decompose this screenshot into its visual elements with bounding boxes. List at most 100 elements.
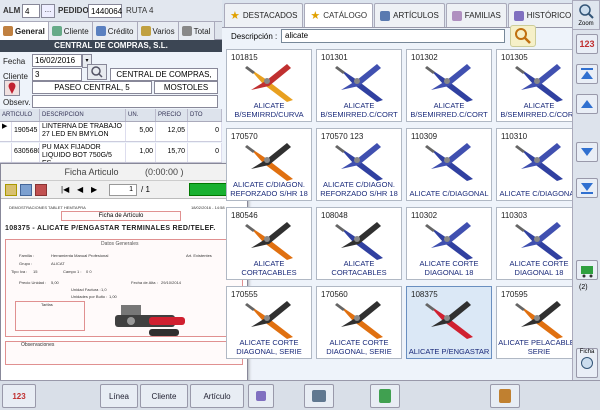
cart-icon[interactable] — [576, 260, 598, 280]
catalog-item[interactable]: 170570 123 ALICATE C/DIAGON. REFORZADO S/… — [316, 128, 402, 201]
table-row[interactable]: 6305680 PU MAX FIJADOR LIQUIDO BOT 750G/… — [0, 143, 222, 163]
item-name: ALICATE C/DIAGONAL — [409, 189, 489, 198]
plier-image — [425, 222, 473, 260]
plier-image — [335, 64, 383, 102]
company-banner: CENTRAL DE COMPRAS, S.L. — [0, 40, 222, 52]
item-code: 170570 123 — [321, 132, 364, 141]
tab-destacados[interactable]: ★ DESTACADOS — [224, 3, 304, 27]
notes-icon — [140, 26, 151, 36]
cliente-name-field[interactable]: CENTRAL DE COMPRAS, S.L. — [110, 68, 218, 89]
plier-image — [245, 222, 293, 260]
tag-button[interactable] — [248, 384, 274, 408]
print-button[interactable] — [304, 384, 334, 408]
catalog-item[interactable]: 170555 ALICATE CORTE DIAGONAL, SERIE — [226, 286, 312, 359]
tab-total[interactable]: Total — [178, 22, 215, 40]
address-field[interactable]: PASEO CENTRAL, 5 — [32, 81, 152, 94]
page-down-icon[interactable] — [576, 178, 598, 198]
exit-door-icon — [499, 389, 511, 403]
tab-credito[interactable]: Crédito — [92, 22, 138, 40]
tab-varios[interactable]: Varios — [137, 22, 179, 40]
plier-image — [425, 64, 473, 102]
catalog-item[interactable]: 110303 ALICATE CORTE DIAGONAL 18 — [496, 207, 582, 280]
catalog-item[interactable]: 101301 ALICATE B/SEMIRRED.C/CORT — [316, 49, 402, 122]
catalog-item[interactable]: 101305 ALICATE B/SEMIRRED.C/CORT — [496, 49, 582, 122]
ficha-articulo-window[interactable]: Ficha Articulo (0:00:00 ) × |◀ ◀ ▶ 1 / 1… — [0, 163, 248, 385]
catalog-item[interactable]: 108375 ALICATE P/ENGASTAR — [406, 286, 492, 359]
next-page-icon[interactable]: ▶ — [91, 185, 97, 194]
item-code: 180546 — [231, 211, 258, 220]
alm-select-button[interactable]: … — [41, 4, 55, 18]
cart-count: (2) — [579, 284, 588, 291]
product-image — [115, 305, 185, 336]
observ-label: Observ. — [3, 98, 31, 107]
exit-button[interactable] — [490, 384, 520, 408]
page-number-field[interactable]: 1 — [109, 184, 137, 196]
catalog-item[interactable]: 170595 ALICATE PELACABLES SERIE — [496, 286, 582, 359]
cliente-code-field[interactable]: 3 — [32, 68, 82, 81]
catalog-item[interactable]: 180546 ALICATE CORTACABLES — [226, 207, 312, 280]
item-code: 110303 — [501, 211, 528, 220]
fecha-label: Fecha — [3, 57, 26, 66]
catalog-item[interactable]: 170570 ALICATE C/DIAGON. REFORZADO S/HR 1… — [226, 128, 312, 201]
catalog-item[interactable]: 110302 ALICATE CORTE DIAGONAL 18 — [406, 207, 492, 280]
linea-button[interactable]: Línea — [100, 384, 138, 408]
left-tabs: General Cliente Crédito Varios Total — [0, 22, 222, 40]
cliente-button[interactable]: Cliente — [140, 384, 188, 408]
item-name: ALICATE B/SEMIRRED.C/CORT — [410, 101, 488, 119]
page-up-icon[interactable] — [576, 64, 598, 84]
item-name: ALICATE C/DIAGONAL — [499, 189, 579, 198]
new-document-button[interactable] — [370, 384, 400, 408]
tag-icon — [256, 391, 266, 401]
catalog-item[interactable]: 101302 ALICATE B/SEMIRRED.C/CORT — [406, 49, 492, 122]
catalog-item[interactable]: 108048 ALICATE CORTACABLES — [316, 207, 402, 280]
tab-catalogo[interactable]: ★ CATÁLOGO — [304, 3, 374, 27]
item-name: ALICATE CORTE DIAGONAL 18 — [419, 259, 479, 277]
numeric-keypad-button[interactable]: 123 — [2, 384, 36, 408]
item-code: 110309 — [411, 132, 438, 141]
observ-field[interactable] — [32, 95, 218, 108]
star-icon: ★ — [310, 10, 321, 22]
table-row[interactable]: ▶ 190545 LINTERNA DE TRABAJO 27 LED EN B… — [0, 122, 222, 142]
search-icon — [515, 28, 531, 44]
credit-icon — [95, 26, 106, 36]
col-dto: DTO — [188, 109, 222, 121]
catalog-item[interactable]: 170560 ALICATE CORTE DIAGONAL, SERIE — [316, 286, 402, 359]
plier-image — [245, 64, 293, 102]
plier-image — [335, 222, 383, 260]
prev-page-icon[interactable]: ◀ — [77, 185, 83, 194]
catalog-item[interactable]: 110310 ALICATE C/DIAGONAL — [496, 128, 582, 201]
catalog-item[interactable]: 110309 ALICATE C/DIAGONAL — [406, 128, 492, 201]
tab-general[interactable]: General — [0, 22, 49, 40]
city-field[interactable]: MOSTOLES — [154, 81, 218, 94]
alm-field[interactable]: 4 — [22, 4, 40, 18]
zoom-icon — [579, 4, 594, 19]
export-icon[interactable] — [35, 184, 47, 196]
map-pin-button[interactable] — [4, 80, 20, 96]
articulo-button[interactable]: Artículo — [190, 384, 244, 408]
tab-articulos[interactable]: ARTÍCULOS — [374, 3, 445, 27]
clock-icon — [581, 357, 593, 369]
scroll-up-icon[interactable] — [576, 94, 598, 114]
search-input[interactable]: alicate — [281, 29, 505, 43]
tab-historico[interactable]: HISTÓRICO — [507, 3, 578, 27]
cliente-search-button[interactable] — [87, 64, 107, 80]
item-name: ALICATE B/SEMIRRED.C/CORT — [320, 101, 398, 119]
numeric-keypad-icon[interactable]: 123 — [576, 34, 598, 54]
print-icon[interactable] — [20, 184, 32, 196]
open-icon[interactable] — [5, 184, 17, 196]
item-code: 170595 — [501, 290, 528, 299]
tab-familias[interactable]: FAMILIAS — [445, 3, 507, 27]
first-page-icon[interactable]: |◀ — [61, 185, 69, 194]
tab-cliente[interactable]: Cliente — [48, 22, 93, 40]
articles-header: ARTICULO DESCRIPCION UN. PRECIO DTO — [0, 109, 222, 122]
zoom-button[interactable]: Zoom — [572, 0, 600, 30]
row-pointer-icon: ▶ — [0, 122, 12, 141]
search-button[interactable] — [510, 25, 536, 47]
catalog-item[interactable]: 101815 ALICATE B/SEMIRRD/CURVA — [226, 49, 312, 122]
fecha-field[interactable]: 16/02/2016 — [32, 54, 82, 67]
scroll-down-icon[interactable] — [576, 142, 598, 162]
pedido-field[interactable]: 1440064 — [88, 4, 122, 18]
item-name: ALICATE B/SEMIRRED.C/CORT — [500, 101, 578, 119]
ficha-button[interactable]: Ficha — [576, 348, 598, 378]
star-icon: ★ — [230, 10, 240, 22]
